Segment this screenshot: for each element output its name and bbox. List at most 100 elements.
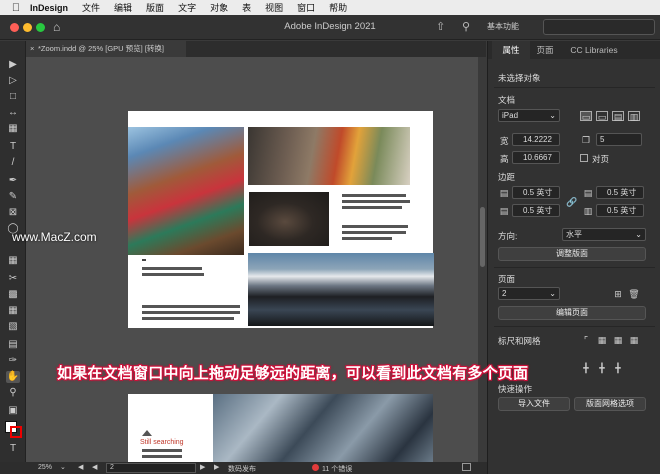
zoom-tool-icon[interactable]: ⚲: [6, 387, 20, 399]
landscape-orientation-icon[interactable]: ▭: [596, 111, 608, 122]
delete-page-icon[interactable]: 🗑: [628, 289, 640, 299]
page-select[interactable]: 2 ⌄: [498, 287, 560, 300]
portrait-orientation-icon[interactable]: ▭: [580, 111, 592, 122]
direct-selection-tool-icon[interactable]: ▷: [6, 75, 20, 87]
tab-zoom-indd[interactable]: × *Zoom.indd @ 25% [GPU 预览] [转换]: [26, 41, 186, 57]
gradient-feather-icon[interactable]: ▧: [6, 321, 20, 333]
menu-file[interactable]: 文件: [82, 1, 100, 14]
mountains-photo[interactable]: [248, 253, 434, 326]
page-preview-icon[interactable]: [462, 463, 471, 471]
note-tool-icon[interactable]: ▤: [6, 339, 20, 351]
document-page[interactable]: [128, 111, 434, 328]
market-photo[interactable]: [248, 127, 410, 185]
glacier-photo[interactable]: [213, 394, 433, 462]
menu-help[interactable]: 帮助: [329, 1, 347, 14]
apple-icon[interactable]: : [10, 2, 22, 14]
search-icon[interactable]: ⚲: [462, 20, 470, 33]
selection-tool-icon[interactable]: ▶: [6, 59, 20, 71]
eyedropper-tool-icon[interactable]: ✑: [6, 355, 20, 367]
page-tool-icon[interactable]: □: [6, 91, 20, 103]
formatting-affects-text-icon[interactable]: T: [6, 443, 20, 455]
menu-view[interactable]: 视图: [265, 1, 283, 14]
tools-panel: ▶ ▷ □ ↔ ▦ T / ✒ ✎ ⊠ ◯ ▦ ✂ ▩ ▦ ▧ ▤ ✑ ✋ ⚲ …: [0, 41, 26, 463]
chevron-down-icon: ⌄: [549, 111, 556, 120]
menu-edit[interactable]: 编辑: [114, 1, 132, 14]
menu-type[interactable]: 文字: [178, 1, 196, 14]
edit-page-button[interactable]: 编辑页面: [498, 306, 646, 320]
text-marker: [142, 259, 146, 261]
rulers-icon[interactable]: ⌜: [580, 335, 592, 345]
menu-window[interactable]: 窗口: [297, 1, 315, 14]
smart-guides-icon[interactable]: ╋: [596, 363, 608, 373]
next-page-icon[interactable]: ▶: [200, 463, 205, 471]
document-grid-icon[interactable]: ▦: [612, 335, 624, 345]
default-colors-icon[interactable]: ▣: [6, 405, 20, 417]
yak-photo[interactable]: [249, 192, 329, 246]
orientation-label: 方向:: [498, 231, 518, 241]
previous-page-icon[interactable]: ◀: [92, 463, 97, 471]
document-canvas[interactable]: Still searching: [26, 57, 478, 462]
layout-grid-icon[interactable]: ▦: [628, 335, 640, 345]
table-tool-icon[interactable]: ▦: [6, 255, 20, 267]
binding-left-icon[interactable]: ▤: [612, 111, 624, 122]
zoom-level[interactable]: 25%: [38, 464, 52, 471]
error-dot-icon: [312, 464, 319, 471]
gradient-tool-icon[interactable]: ▦: [6, 305, 20, 317]
scrollbar-thumb[interactable]: [480, 207, 485, 267]
document-preset-select[interactable]: iPad ⌄: [498, 109, 560, 122]
margin-top-field[interactable]: 0.5 英寸: [512, 186, 560, 199]
number-of-pages-field[interactable]: 5: [596, 133, 642, 146]
facing-pages-checkbox[interactable]: [580, 154, 588, 162]
vertical-scrollbar[interactable]: [478, 57, 487, 462]
binding-right-icon[interactable]: ▥: [628, 111, 640, 122]
menu-table[interactable]: 表: [242, 1, 251, 14]
stroke-swatch[interactable]: [10, 426, 22, 438]
pen-tool-icon[interactable]: ✒: [6, 175, 20, 187]
rectangle-frame-tool-icon[interactable]: ⊠: [6, 207, 20, 219]
search-adobe-stock-input[interactable]: [543, 19, 655, 35]
guides-icon[interactable]: ╋: [580, 363, 592, 373]
preset-value: iPad: [502, 111, 519, 120]
workspace-switcher[interactable]: 基本功能: [487, 21, 519, 32]
margin-right-field[interactable]: 0.5 英寸: [596, 204, 644, 217]
pencil-tool-icon[interactable]: ✎: [6, 191, 20, 203]
menu-app-name[interactable]: InDesign: [30, 3, 68, 13]
gap-tool-icon[interactable]: ↔: [6, 107, 20, 119]
preflight-errors[interactable]: 11 个错误: [322, 464, 352, 474]
chevron-down-icon[interactable]: ⌄: [60, 463, 66, 471]
tab-cc-libraries[interactable]: CC Libraries: [562, 41, 626, 59]
width-field[interactable]: 14.2222: [512, 133, 560, 146]
no-selection-label: 未选择对象: [498, 73, 541, 83]
close-tab-icon[interactable]: ×: [30, 41, 34, 57]
add-page-icon[interactable]: ⊞: [612, 289, 624, 299]
content-collector-icon[interactable]: ▦: [6, 123, 20, 135]
line-tool-icon[interactable]: /: [6, 157, 20, 169]
margin-left-field[interactable]: 0.5 英寸: [596, 186, 644, 199]
tab-properties[interactable]: 属性: [492, 41, 530, 59]
hand-tool-icon[interactable]: ✋: [6, 371, 20, 383]
import-file-button[interactable]: 导入文件: [498, 397, 570, 411]
preflight-profile[interactable]: 数码发布: [228, 464, 256, 474]
document-page-2[interactable]: Still searching: [128, 394, 433, 462]
height-field[interactable]: 10.6667: [512, 151, 560, 164]
divider: [494, 87, 655, 88]
link-margins-icon[interactable]: 🔗: [566, 197, 578, 207]
free-transform-tool-icon[interactable]: ▩: [6, 289, 20, 301]
document-section-title: 文档: [498, 95, 516, 105]
first-page-icon[interactable]: ◀: [78, 463, 83, 471]
adjust-layout-button[interactable]: 调整版面: [498, 247, 646, 261]
baseline-grid-icon[interactable]: ▦: [596, 335, 608, 345]
menu-object[interactable]: 对象: [210, 1, 228, 14]
layout-grid-options-button[interactable]: 版面网格选项: [574, 397, 646, 411]
orientation-select[interactable]: 水平 ⌄: [562, 228, 646, 241]
menu-layout[interactable]: 版面: [146, 1, 164, 14]
rickshaw-photo[interactable]: [128, 127, 244, 255]
lock-guides-icon[interactable]: ╋: [612, 363, 624, 373]
scissors-tool-icon[interactable]: ✂: [6, 273, 20, 285]
tab-pages[interactable]: 页面: [528, 41, 562, 59]
share-icon[interactable]: ⇧: [436, 20, 445, 33]
type-tool-icon[interactable]: T: [6, 141, 20, 153]
last-page-icon[interactable]: ▶: [214, 463, 219, 471]
margin-bottom-field[interactable]: 0.5 英寸: [512, 204, 560, 217]
page-number-field[interactable]: 2: [106, 463, 196, 473]
